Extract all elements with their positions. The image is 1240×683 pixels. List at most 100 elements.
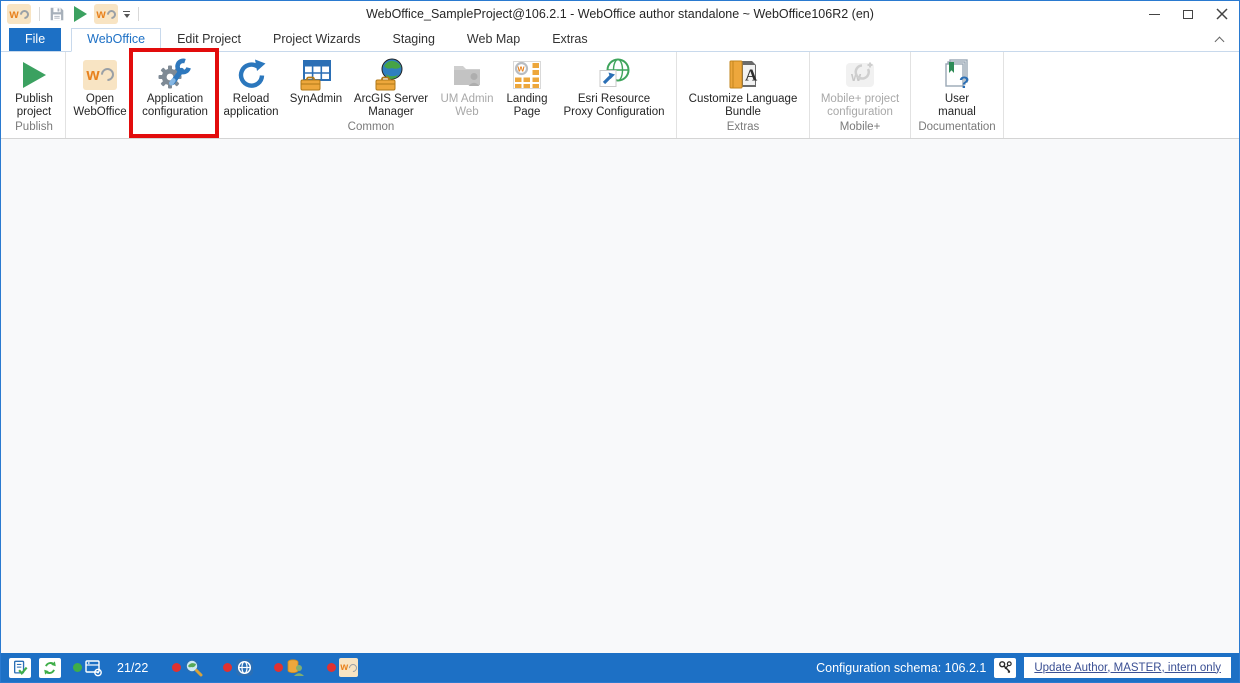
ribbon-button-customize-language-bundle[interactable]: A Customize Language Bundle	[679, 53, 807, 119]
statusbar-right: Configuration schema: 106.2.1 Update Aut…	[816, 657, 1231, 678]
ribbon-button-label: configuration	[142, 106, 208, 119]
globe-toolbox-icon	[374, 56, 408, 93]
tab-file[interactable]: File	[9, 28, 61, 51]
key-button[interactable]	[994, 658, 1016, 678]
window-controls	[1137, 2, 1239, 27]
titlebar: w w	[1, 1, 1239, 27]
statusbar: 21/22	[1, 653, 1239, 682]
qat-weboffice-icon: w	[94, 4, 118, 24]
weboffice-logo-icon: w	[83, 56, 117, 93]
ribbon-group-documentation: ? User manual Documentation	[911, 52, 1004, 138]
ribbon-button-user-manual[interactable]: ? User manual	[913, 53, 1001, 119]
tab-web-map[interactable]: Web Map	[451, 28, 536, 51]
ribbon-button-label: Web	[455, 106, 478, 119]
folder-letter-a-icon: A	[726, 56, 760, 93]
status-dot-red	[172, 663, 181, 672]
ribbon-button-reload-application[interactable]: Reload application	[218, 53, 284, 119]
ribbon-button-label: project	[17, 106, 52, 119]
publish-play-icon	[71, 5, 89, 23]
database-user-icon	[286, 658, 305, 677]
window-title: WebOffice_SampleProject@106.2.1 - WebOff…	[1, 7, 1239, 21]
ribbon-button-open-weboffice[interactable]: w Open WebOffice	[68, 53, 132, 119]
project-counter: 21/22	[117, 661, 148, 675]
maximize-button[interactable]	[1171, 2, 1205, 27]
app-logo-icon[interactable]: w	[7, 4, 31, 24]
group-label-extras: Extras	[679, 120, 807, 138]
qat-publish-button[interactable]	[71, 5, 89, 23]
status-dot-red	[274, 663, 283, 672]
validate-config-button[interactable]	[9, 658, 31, 678]
ribbon-tab-bar: File WebOffice Edit Project Project Wiza…	[1, 27, 1239, 52]
update-author-label: Update Author, MASTER, intern only	[1034, 662, 1221, 674]
minimize-button[interactable]	[1137, 2, 1171, 27]
tab-staging[interactable]: Staging	[377, 28, 451, 51]
web-service-icon	[235, 658, 254, 677]
ribbon-button-synadmin[interactable]: SynAdmin	[284, 53, 348, 106]
ribbon-button-label: Page	[514, 106, 541, 119]
ribbon-button-label: SynAdmin	[290, 93, 342, 106]
web-service-status-item	[223, 658, 254, 677]
weboffice-plus-icon: w	[843, 56, 877, 93]
tab-extras[interactable]: Extras	[536, 28, 603, 51]
qat-save-button[interactable]	[48, 5, 66, 23]
ribbon-button-label: ArcGIS Server	[354, 93, 428, 106]
ribbon-button-label: Publish	[15, 93, 53, 106]
ribbon-button-label: Proxy Configuration	[564, 106, 665, 119]
svg-text:?: ?	[959, 73, 969, 92]
group-label-documentation: Documentation	[913, 120, 1001, 138]
reload-status-button[interactable]	[39, 658, 61, 678]
qat-customize-dropdown[interactable]	[123, 11, 130, 18]
server-status-item	[73, 659, 103, 677]
ribbon-button-arcgis-server-manager[interactable]: ArcGIS Server Manager	[348, 53, 434, 119]
database-status-item	[274, 658, 305, 677]
ribbon-collapse-button[interactable]	[1212, 38, 1227, 51]
svg-text:A: A	[745, 65, 758, 84]
ribbon-button-esri-resource-proxy-configuration[interactable]: Esri Resource Proxy Configuration	[554, 53, 674, 119]
ribbon-button-publish-project[interactable]: Publish project	[5, 53, 63, 119]
ribbon-button-landing-page[interactable]: w Landing Page	[500, 53, 554, 119]
tab-edit-project[interactable]: Edit Project	[161, 28, 257, 51]
ribbon-button-application-configuration[interactable]: Application configuration	[132, 53, 218, 119]
weboffice-status-icon: w	[339, 658, 358, 677]
separator	[39, 7, 40, 21]
sync-icon	[42, 660, 58, 676]
svg-text:w: w	[517, 63, 526, 73]
close-button[interactable]	[1205, 2, 1239, 27]
close-icon	[1216, 8, 1228, 20]
status-dot-red	[223, 663, 232, 672]
minimize-icon	[1149, 14, 1160, 15]
group-label-common: Common	[68, 120, 674, 138]
reload-icon	[235, 56, 267, 93]
ribbon-button-label: configuration	[827, 106, 893, 119]
server-gear-icon	[85, 659, 103, 677]
status-dot-red	[327, 663, 336, 672]
client-area	[1, 139, 1239, 653]
ribbon: Publish project Publish w Open WebOffice	[1, 52, 1239, 139]
app-window: w w	[0, 0, 1240, 683]
ribbon-button-label: Customize Language	[689, 93, 798, 106]
ribbon-button-label: Landing	[507, 93, 548, 106]
qat-weboffice-button[interactable]: w	[94, 4, 118, 24]
play-icon	[18, 56, 50, 93]
group-label-publish: Publish	[5, 120, 63, 138]
tab-project-wizards[interactable]: Project Wizards	[257, 28, 377, 51]
ribbon-button-label: manual	[938, 106, 976, 119]
update-author-link[interactable]: Update Author, MASTER, intern only	[1024, 657, 1231, 678]
app-logo-arc	[18, 8, 31, 21]
validate-icon	[12, 660, 28, 676]
separator	[138, 7, 139, 21]
qat-dropdown-icon	[123, 11, 130, 18]
ribbon-group-publish: Publish project Publish	[3, 52, 66, 138]
schema-version-label: Configuration schema: 106.2.1	[816, 661, 986, 675]
license-search-icon	[184, 658, 203, 677]
tab-weboffice[interactable]: WebOffice	[71, 28, 161, 52]
license-status-item	[172, 658, 203, 677]
maximize-icon	[1183, 10, 1193, 19]
weboffice-status-item: w	[327, 658, 358, 677]
ribbon-group-common: w Open WebOffice	[66, 52, 677, 138]
ribbon-button-label: Mobile+ project	[821, 93, 899, 106]
ribbon-button-label: Application	[147, 93, 203, 106]
ribbon-button-label: WebOffice	[73, 106, 126, 119]
ribbon-button-label: application	[224, 106, 279, 119]
save-icon	[48, 5, 66, 23]
